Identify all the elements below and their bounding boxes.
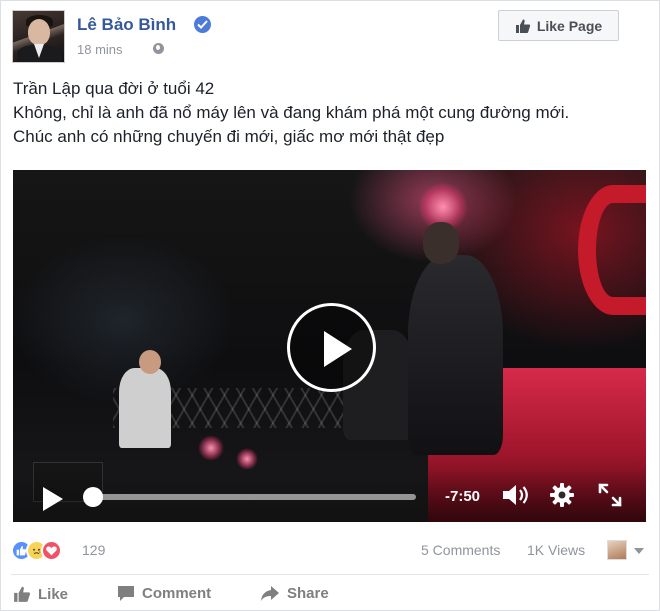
comments-count-link[interactable]: 5 Comments — [421, 542, 500, 558]
singer-figure — [408, 255, 503, 455]
singer-head — [423, 222, 459, 264]
volume-icon[interactable] — [501, 482, 533, 508]
action-bar-divider — [11, 574, 649, 575]
settings-icon[interactable] — [549, 482, 575, 508]
play-button[interactable] — [287, 303, 376, 392]
standing-guitarist — [119, 368, 171, 448]
like-label: Like — [38, 585, 69, 603]
reaction-icons[interactable] — [11, 540, 77, 562]
commenter-avatar[interactable] — [607, 540, 627, 560]
seek-handle[interactable] — [83, 487, 103, 507]
globe-icon[interactable] — [153, 43, 164, 54]
fullscreen-icon[interactable] — [597, 482, 623, 508]
facebook-video-post: Lê Bảo Bình 18 mins Like Page Trần Lập q… — [0, 0, 660, 611]
video-controls-bar: -7:50 — [13, 468, 646, 522]
play-icon[interactable] — [43, 487, 63, 511]
like-page-label: Like Page — [536, 17, 603, 34]
verified-badge-icon — [194, 16, 211, 33]
views-count: 1K Views — [527, 542, 586, 558]
author-avatar[interactable] — [12, 10, 65, 63]
author-name[interactable]: Lê Bảo Bình — [77, 15, 176, 35]
share-icon — [261, 586, 279, 601]
post-message: Trần Lập qua đời ở tuổi 42 Không, chỉ là… — [13, 77, 653, 149]
post-text-line: Không, chỉ là anh đã nổ máy lên và đang … — [13, 103, 570, 122]
avatar-face — [28, 19, 50, 45]
like-button[interactable]: Like — [13, 585, 68, 603]
comment-label: Comment — [142, 585, 212, 602]
seek-bar[interactable] — [91, 494, 416, 500]
post-text-line: Chúc anh có những chuyến đi mới, giấc mơ… — [13, 127, 445, 146]
post-text-line: Trần Lập qua đời ở tuổi 42 — [13, 79, 215, 98]
stage-light — [198, 435, 224, 461]
post-timestamp[interactable]: 18 mins — [77, 42, 123, 57]
chevron-down-icon[interactable] — [634, 548, 644, 554]
thumbs-up-icon — [515, 19, 530, 33]
stage-logo-graphic — [578, 185, 646, 315]
thumbs-up-icon — [14, 586, 30, 602]
comment-icon — [118, 586, 134, 601]
video-player[interactable]: -7:50 — [13, 170, 646, 522]
remaining-time: -7:50 — [445, 488, 481, 505]
share-button[interactable]: Share — [260, 585, 329, 602]
guitarist-head — [139, 350, 161, 374]
love-reaction-icon — [41, 540, 62, 561]
like-page-button[interactable]: Like Page — [498, 10, 619, 41]
comment-button[interactable]: Comment — [117, 585, 211, 602]
reaction-count[interactable]: 129 — [82, 542, 105, 558]
stage-light — [236, 448, 258, 470]
share-label: Share — [287, 585, 329, 602]
